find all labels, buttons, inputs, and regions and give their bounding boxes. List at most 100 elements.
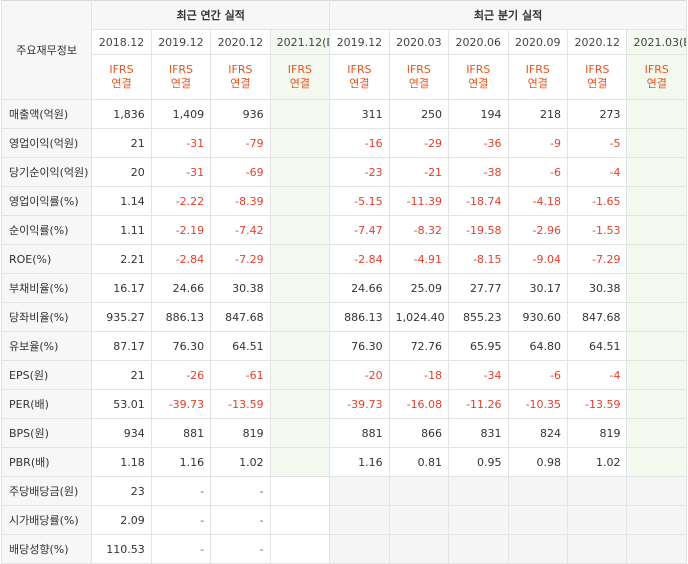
cell-quarter-1: -16.08	[388, 389, 450, 419]
ifrs-label: IFRS	[466, 63, 491, 76]
cell-quarter-1: 72.76	[388, 331, 450, 361]
row-label: 영업이익(억원)	[0, 128, 93, 158]
row-label: 시가배당률(%)	[0, 505, 93, 535]
ifrs-label: IFRS	[228, 63, 253, 76]
ifrs-label: IFRS	[168, 63, 194, 76]
ifrs-label: IFRS	[644, 63, 669, 76]
table-row: 매출액(억원) 1,836 1,409 936 311 250 194 218 273	[0, 99, 687, 129]
ifrs-header-annual-1: IFRS 연결	[150, 54, 212, 100]
cell-annual-2: -	[210, 505, 271, 535]
cell-quarter-2: 194	[448, 99, 509, 129]
cell-annual-3	[269, 476, 331, 506]
table-row: 순이익률(%) 1.11 -2.19 -7.42 -7.47 -8.32 -19.58 -2.…	[0, 215, 687, 245]
cell-quarter-4: 64.51	[566, 331, 628, 361]
cell-annual-2: -7.42	[210, 215, 271, 245]
cell-quarter-5	[626, 534, 687, 564]
cell-annual-0: 1.14	[91, 186, 152, 216]
table-row: EPS(원) 21 -26 -61 -20 -18 -34 -6 -4	[0, 360, 687, 390]
row-label: PBR(배)	[0, 447, 93, 477]
cell-quarter-3: -4.18	[507, 186, 569, 216]
cell-annual-2: -8.39	[210, 186, 271, 216]
cell-annual-1: -31	[150, 157, 212, 187]
cell-annual-2: -13.59	[210, 389, 271, 419]
row-label: ROE(%)	[0, 244, 93, 274]
cell-annual-1: -26	[150, 360, 212, 390]
cell-quarter-0: -20	[329, 360, 390, 390]
cell-annual-2: -	[210, 534, 271, 564]
cell-quarter-4: 819	[566, 418, 628, 448]
cell-quarter-0: -16	[329, 128, 390, 158]
cell-annual-2: 64.51	[210, 331, 271, 361]
cell-annual-3	[269, 215, 331, 245]
cell-quarter-4	[566, 505, 628, 535]
consolidated-label: 연결	[527, 77, 548, 90]
cell-annual-1: -31	[150, 128, 212, 158]
label-column-header: 주요재무정보	[0, 0, 93, 100]
table-row: 당좌비율(%) 935.27 886.13 847.68 886.13 1,024.40 8…	[0, 302, 687, 332]
cell-quarter-2: 855.23	[448, 302, 509, 332]
cell-quarter-4: -1.65	[566, 186, 628, 216]
cell-annual-2: 847.68	[210, 302, 271, 332]
cell-quarter-5	[626, 157, 687, 187]
cell-annual-0: 2.21	[91, 244, 152, 274]
cell-annual-1: -	[150, 534, 212, 564]
consolidated-label: 연결	[587, 77, 608, 90]
cell-annual-0: 21	[91, 360, 152, 390]
row-label: BPS(원)	[0, 418, 93, 448]
cell-quarter-1: 0.81	[388, 447, 450, 477]
cell-quarter-4: 1.02	[566, 447, 628, 477]
cell-quarter-3: 0.98	[507, 447, 569, 477]
cell-quarter-4: -7.29	[566, 244, 628, 274]
cell-quarter-2: 65.95	[448, 331, 509, 361]
table-row: PBR(배) 1.18 1.16 1.02 1.16 0.81 0.95 0.98 1.02	[0, 447, 687, 477]
cell-quarter-3: -6	[507, 360, 569, 390]
row-label: 부채비율(%)	[0, 273, 93, 303]
cell-annual-0: 935.27	[91, 302, 152, 332]
cell-quarter-0: -39.73	[329, 389, 390, 419]
cell-quarter-4: 847.68	[566, 302, 628, 332]
cell-annual-3	[269, 302, 331, 332]
cell-quarter-0: -23	[329, 157, 390, 187]
cell-annual-0: 110.53	[91, 534, 152, 564]
period-header-annual-3: 2021.12(E)	[269, 29, 331, 55]
consolidated-label: 연결	[111, 77, 132, 90]
cell-annual-1: 1,409	[150, 99, 212, 129]
row-label: 순이익률(%)	[0, 215, 93, 245]
cell-annual-2: -	[210, 476, 271, 506]
ifrs-header-quarter-4: IFRS 연결	[566, 54, 628, 100]
cell-quarter-1: -11.39	[388, 186, 450, 216]
row-label: EPS(원)	[0, 360, 93, 390]
cell-annual-1: 24.66	[150, 273, 212, 303]
cell-annual-3	[269, 360, 331, 390]
cell-annual-0: 1,836	[91, 99, 152, 129]
ifrs-label: IFRS	[525, 63, 550, 76]
table-row: 영업이익(억원) 21 -31 -79 -16 -29 -36 -9 -5	[0, 128, 687, 158]
row-label: 당좌비율(%)	[0, 302, 93, 332]
cell-annual-0: 20	[91, 157, 152, 187]
cell-quarter-5	[626, 186, 687, 216]
cell-quarter-5	[626, 418, 687, 448]
cell-quarter-3: 64.80	[507, 331, 569, 361]
cell-annual-1: 886.13	[150, 302, 212, 332]
annual-group-header: 최근 연간 실적	[91, 0, 331, 30]
consolidated-label: 연결	[408, 77, 429, 90]
ifrs-label: IFRS	[287, 63, 312, 76]
cell-annual-2: 936	[210, 99, 271, 129]
table-body: 매출액(억원) 1,836 1,409 936 311 250 194 218 273 영업이익(…	[0, 99, 687, 564]
cell-quarter-5	[626, 128, 687, 158]
cell-quarter-2: 831	[448, 418, 509, 448]
cell-annual-1: -	[150, 505, 212, 535]
period-header-quarter-5: 2021.03(E)	[626, 29, 687, 55]
cell-annual-1: -	[150, 476, 212, 506]
ifrs-header-annual-3: IFRS 연결	[269, 54, 331, 100]
cell-annual-2: -79	[210, 128, 271, 158]
cell-annual-3	[269, 273, 331, 303]
ifrs-header-quarter-2: IFRS 연결	[448, 54, 509, 100]
cell-quarter-5	[626, 331, 687, 361]
cell-quarter-2: 27.77	[448, 273, 509, 303]
cell-annual-0: 87.17	[91, 331, 152, 361]
cell-quarter-5	[626, 215, 687, 245]
cell-quarter-4: -13.59	[566, 389, 628, 419]
cell-quarter-3: -10.35	[507, 389, 569, 419]
cell-quarter-3: -6	[507, 157, 569, 187]
